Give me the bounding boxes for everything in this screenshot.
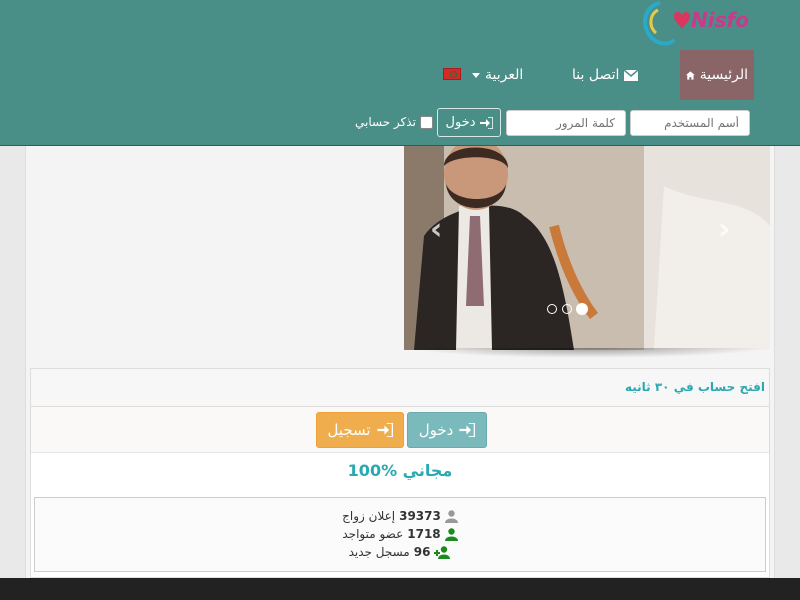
sign-in-icon	[479, 116, 493, 129]
carousel-prev-icon[interactable]: ‹	[430, 212, 442, 247]
carousel-shadow	[410, 348, 766, 358]
nav-contact[interactable]: اتصل بنا	[566, 50, 644, 100]
home-icon	[686, 70, 695, 80]
stat-new-count: 96	[413, 545, 431, 559]
free-badge: 100% مجاني	[347, 461, 453, 480]
sign-in-icon	[459, 423, 476, 437]
remember-checkbox[interactable]	[419, 115, 433, 129]
register-button[interactable]: تسجيل	[316, 412, 404, 448]
signup-panel: افتح حساب في ٣٠ ثانيه دخول تسجيل 100% مج…	[30, 368, 770, 578]
remember-me[interactable]: تذكر حسابي	[355, 115, 433, 129]
photo-carousel[interactable]: ‹ ›	[404, 146, 770, 350]
register-button-label: تسجيل	[327, 421, 371, 439]
language-dropdown[interactable]: العربية	[466, 50, 529, 100]
footer-bar	[0, 578, 800, 600]
remember-label: تذكر حسابي	[355, 115, 416, 129]
stat-online: 1718 عضو متواجد	[35, 527, 765, 541]
carousel-dot[interactable]	[547, 304, 557, 314]
morocco-flag-icon[interactable]	[443, 68, 461, 80]
stat-new: 96 مسجل جديد	[35, 545, 765, 559]
site-stats: 39373 إعلان زواج 1718 عضو متواجد 96 مسجل…	[34, 497, 766, 572]
nav-contact-label: اتصل بنا	[572, 67, 620, 83]
stat-new-label: مسجل جديد	[348, 545, 410, 559]
carousel-next-icon[interactable]: ›	[718, 212, 730, 247]
sign-in-icon	[376, 423, 393, 437]
envelope-icon	[624, 69, 639, 81]
username-input[interactable]	[630, 110, 750, 136]
panel-actions: دخول تسجيل	[31, 407, 769, 453]
header-login-label: دخول	[445, 115, 476, 130]
carousel-dot[interactable]	[562, 304, 572, 314]
top-navbar: Nisfo الرئيسية اتصل بنا العربية دخول تذك…	[0, 0, 800, 146]
logo-text: Nisfo	[691, 8, 749, 32]
user-icon	[444, 509, 458, 523]
stat-ads-label: إعلان زواج	[342, 509, 396, 523]
chevron-down-icon	[472, 72, 480, 78]
password-input[interactable]	[506, 110, 626, 136]
panel-heading: افتح حساب في ٣٠ ثانيه	[31, 369, 769, 407]
carousel-dot-active[interactable]	[576, 303, 588, 315]
stat-ads-count: 39373	[399, 509, 441, 523]
header-login-button[interactable]: دخول	[437, 108, 501, 137]
language-label: العربية	[485, 67, 524, 83]
user-online-icon	[444, 527, 458, 541]
login-button[interactable]: دخول	[407, 412, 487, 448]
nav-home-label: الرئيسية	[699, 67, 748, 83]
user-plus-icon	[434, 545, 451, 559]
stat-ads: 39373 إعلان زواج	[35, 509, 765, 523]
login-button-label: دخول	[418, 421, 454, 439]
stat-online-label: عضو متواجد	[342, 527, 404, 541]
carousel-image	[404, 146, 770, 350]
stat-online-count: 1718	[407, 527, 441, 541]
nav-home[interactable]: الرئيسية	[680, 50, 754, 100]
